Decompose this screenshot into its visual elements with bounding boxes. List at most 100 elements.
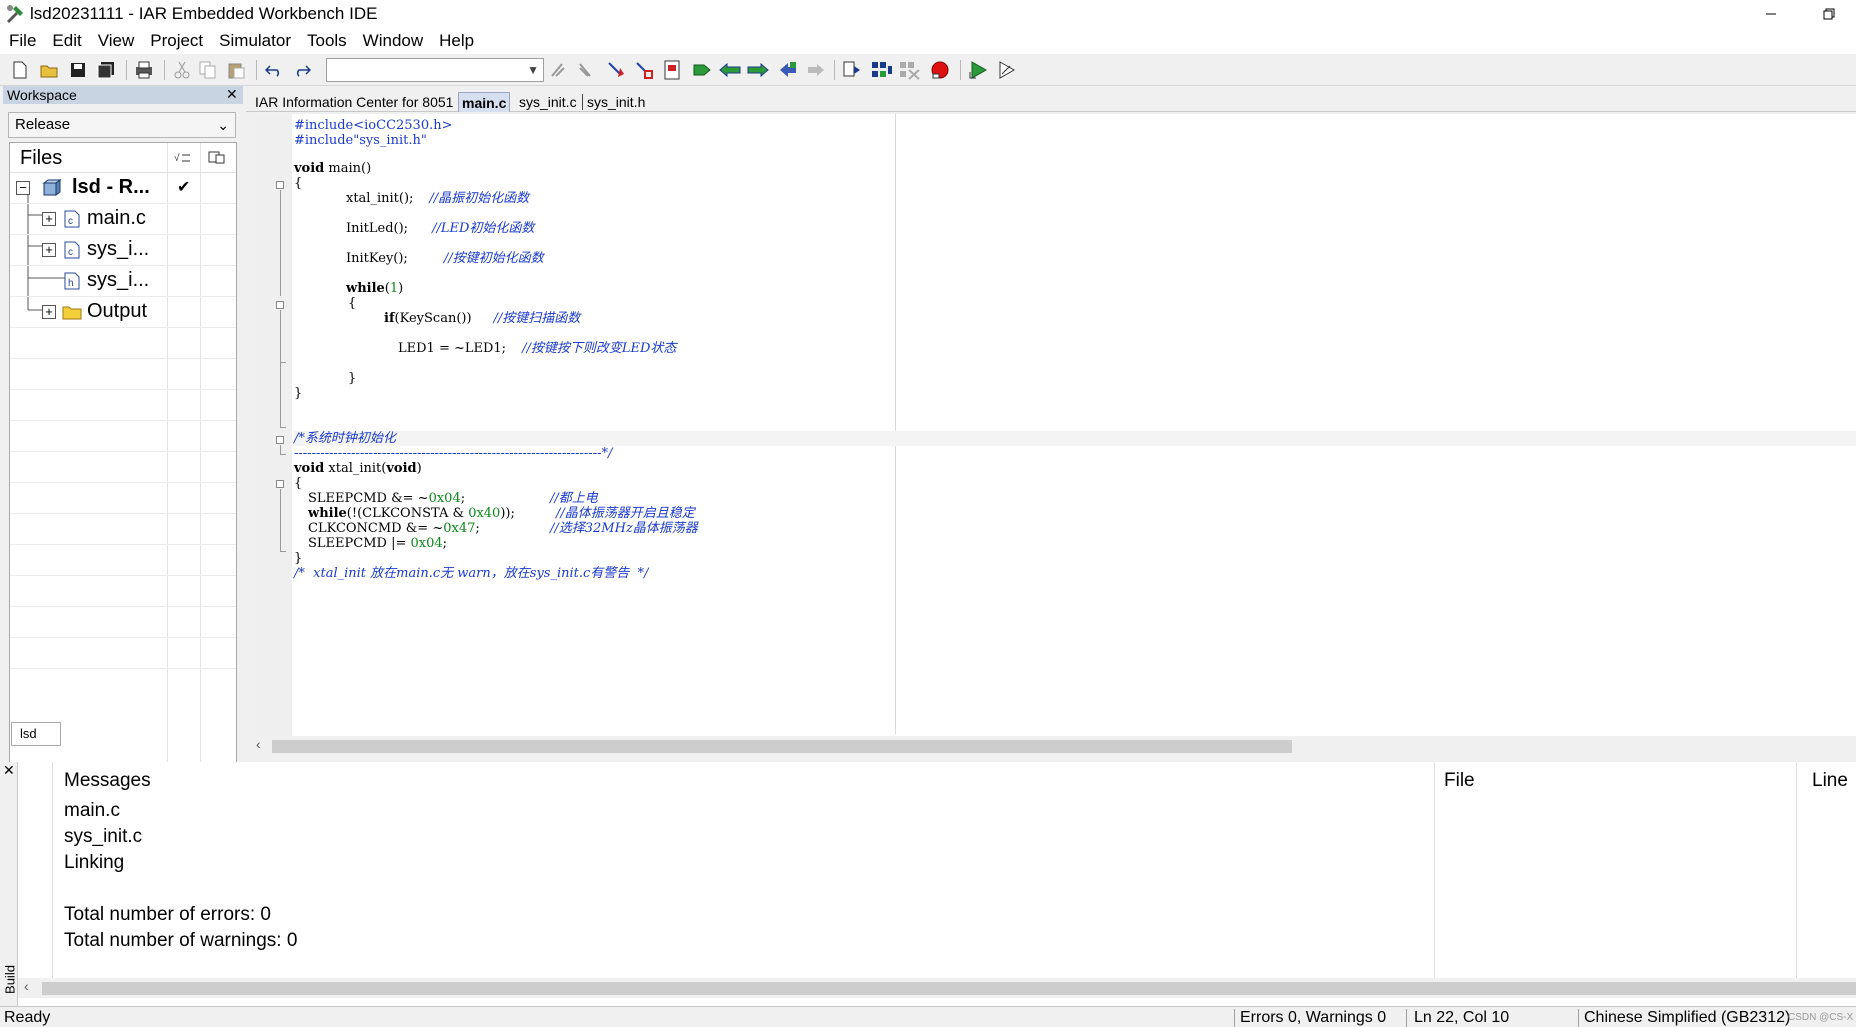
save-icon[interactable] bbox=[66, 58, 90, 82]
collapse-icon[interactable]: − bbox=[16, 181, 30, 195]
print-icon[interactable] bbox=[132, 58, 156, 82]
tree-item-label: sys_i... bbox=[87, 269, 150, 291]
build-message[interactable]: sys_init.c bbox=[64, 826, 142, 848]
code-line: void xtal_init(void) bbox=[294, 461, 422, 476]
compile-file-icon[interactable] bbox=[840, 58, 864, 82]
workspace-tab[interactable]: lsd bbox=[11, 722, 61, 746]
expand-icon[interactable]: + bbox=[42, 305, 56, 319]
menu-window[interactable]: Window bbox=[355, 28, 431, 54]
find-next-icon[interactable] bbox=[574, 58, 598, 82]
tree-item-output[interactable]: + Output bbox=[10, 297, 236, 328]
code-line: InitKey();//按键初始化函数 bbox=[346, 251, 544, 266]
menu-tools[interactable]: Tools bbox=[299, 28, 355, 54]
paste-icon[interactable] bbox=[224, 58, 248, 82]
chevron-down-icon: ⌄ bbox=[217, 117, 229, 133]
code-line: LED1 = ~LED1;//按键按下则改变LED状态 bbox=[398, 341, 677, 356]
code-line: void main() bbox=[294, 161, 372, 176]
new-file-icon[interactable] bbox=[8, 58, 32, 82]
folder-icon bbox=[62, 306, 82, 320]
project-icon bbox=[42, 179, 62, 196]
build-message[interactable]: main.c bbox=[64, 800, 120, 822]
nav-backward-icon[interactable] bbox=[718, 58, 742, 82]
configuration-select[interactable]: Release ⌄ bbox=[8, 112, 236, 138]
code-line: InitLed();//LED初始化函数 bbox=[346, 221, 535, 236]
code-editor[interactable]: #include<ioCC2530.h> #include"sys_init.h… bbox=[256, 114, 1856, 736]
code-line: { bbox=[294, 476, 303, 491]
stop-build-icon[interactable] bbox=[898, 58, 922, 82]
menu-edit[interactable]: Edit bbox=[44, 28, 89, 54]
build-tab-label[interactable]: Build bbox=[3, 960, 18, 1000]
line-column-header[interactable]: Line bbox=[1812, 770, 1848, 792]
build-hscrollbar[interactable]: ‹ bbox=[18, 978, 1856, 998]
make-icon[interactable] bbox=[804, 58, 828, 82]
menu-project[interactable]: Project bbox=[142, 28, 211, 54]
tab-main-c[interactable]: main.c bbox=[458, 92, 511, 112]
compile-icon[interactable] bbox=[776, 58, 800, 82]
menu-view[interactable]: View bbox=[90, 28, 143, 54]
expand-icon[interactable]: + bbox=[42, 243, 56, 257]
find-icon[interactable] bbox=[546, 58, 570, 82]
tree-item-main-c[interactable]: + c main.c bbox=[10, 204, 236, 235]
scroll-thumb[interactable] bbox=[42, 982, 1856, 995]
save-all-icon[interactable] bbox=[94, 58, 118, 82]
code-comment: //晶体振荡器开启且稳定 bbox=[556, 506, 695, 521]
code-line: { bbox=[294, 176, 303, 191]
close-icon[interactable]: ✕ bbox=[226, 86, 238, 103]
chevron-down-icon: ▼ bbox=[527, 63, 539, 77]
tab-info-center[interactable]: IAR Information Center for 8051 bbox=[252, 92, 456, 112]
nav-forward-icon[interactable] bbox=[746, 58, 770, 82]
settings-icon[interactable] bbox=[208, 151, 226, 165]
editor-tabs: IAR Information Center for 8051 main.c s… bbox=[246, 90, 1856, 112]
fold-marker[interactable] bbox=[276, 181, 284, 189]
next-bookmark-icon[interactable] bbox=[690, 58, 714, 82]
build-message[interactable]: Total number of errors: 0 bbox=[64, 904, 271, 926]
svg-text:h: h bbox=[68, 278, 74, 289]
expand-icon[interactable]: + bbox=[42, 212, 56, 226]
cut-icon[interactable] bbox=[170, 58, 194, 82]
restore-button[interactable] bbox=[1806, 0, 1852, 28]
tree-item-label: main.c bbox=[87, 207, 146, 229]
scroll-left-icon[interactable]: ‹ bbox=[24, 978, 29, 994]
h-file-icon: h bbox=[64, 272, 80, 290]
debug-without-download-icon[interactable] bbox=[994, 58, 1018, 82]
sort-icon[interactable]: √ bbox=[174, 151, 192, 165]
tab-sys-init-c[interactable]: sys_init.c bbox=[516, 92, 580, 112]
tree-item-sys-init-c[interactable]: + c sys_i... bbox=[10, 235, 236, 266]
editor-hscrollbar[interactable]: ‹ bbox=[256, 736, 1856, 756]
files-header: Files √ bbox=[10, 143, 236, 173]
make-project-icon[interactable] bbox=[870, 58, 894, 82]
fold-marker[interactable] bbox=[276, 480, 284, 488]
copy-icon[interactable] bbox=[196, 58, 220, 82]
undo-icon[interactable] bbox=[262, 58, 286, 82]
code-line: } bbox=[294, 551, 303, 566]
build-message[interactable]: Linking bbox=[64, 852, 124, 874]
c-file-icon: c bbox=[64, 210, 80, 228]
fold-marker[interactable] bbox=[276, 301, 284, 309]
tab-sys-init-h[interactable]: sys_init.h bbox=[584, 92, 648, 112]
download-debug-icon[interactable] bbox=[966, 58, 990, 82]
menu-file[interactable]: File bbox=[0, 28, 44, 54]
tree-item-sys-init-h[interactable]: h sys_i... bbox=[10, 266, 236, 297]
build-message[interactable]: Total number of warnings: 0 bbox=[64, 930, 297, 952]
open-folder-icon[interactable] bbox=[38, 58, 62, 82]
workspace-tree: Files √ − lsd - R... ✔ + c main.c + c sy… bbox=[9, 142, 237, 806]
messages-column-header[interactable]: Messages bbox=[64, 770, 151, 792]
menu-bar: File Edit View Project Simulator Tools W… bbox=[0, 28, 1856, 54]
redo-icon[interactable] bbox=[290, 58, 314, 82]
window-title: lsd20231111 - IAR Embedded Workbench IDE bbox=[30, 4, 378, 23]
goto-line-icon[interactable] bbox=[632, 58, 656, 82]
code-comment: //都上电 bbox=[550, 491, 598, 506]
scroll-left-icon[interactable]: ‹ bbox=[256, 736, 270, 752]
toggle-bookmark-icon[interactable] bbox=[660, 58, 684, 82]
file-column-header[interactable]: File bbox=[1444, 770, 1475, 792]
goto-icon[interactable] bbox=[604, 58, 628, 82]
find-combo[interactable]: ▼ bbox=[326, 58, 544, 82]
fold-marker[interactable] bbox=[276, 436, 284, 444]
menu-help[interactable]: Help bbox=[431, 28, 482, 54]
minimize-button[interactable] bbox=[1748, 0, 1794, 28]
breakpoint-icon[interactable] bbox=[928, 58, 952, 82]
tree-item-project[interactable]: − lsd - R... ✔ bbox=[10, 173, 236, 204]
close-icon[interactable]: ✕ bbox=[3, 762, 15, 779]
menu-simulator[interactable]: Simulator bbox=[211, 28, 299, 54]
scroll-thumb[interactable] bbox=[272, 740, 1292, 753]
